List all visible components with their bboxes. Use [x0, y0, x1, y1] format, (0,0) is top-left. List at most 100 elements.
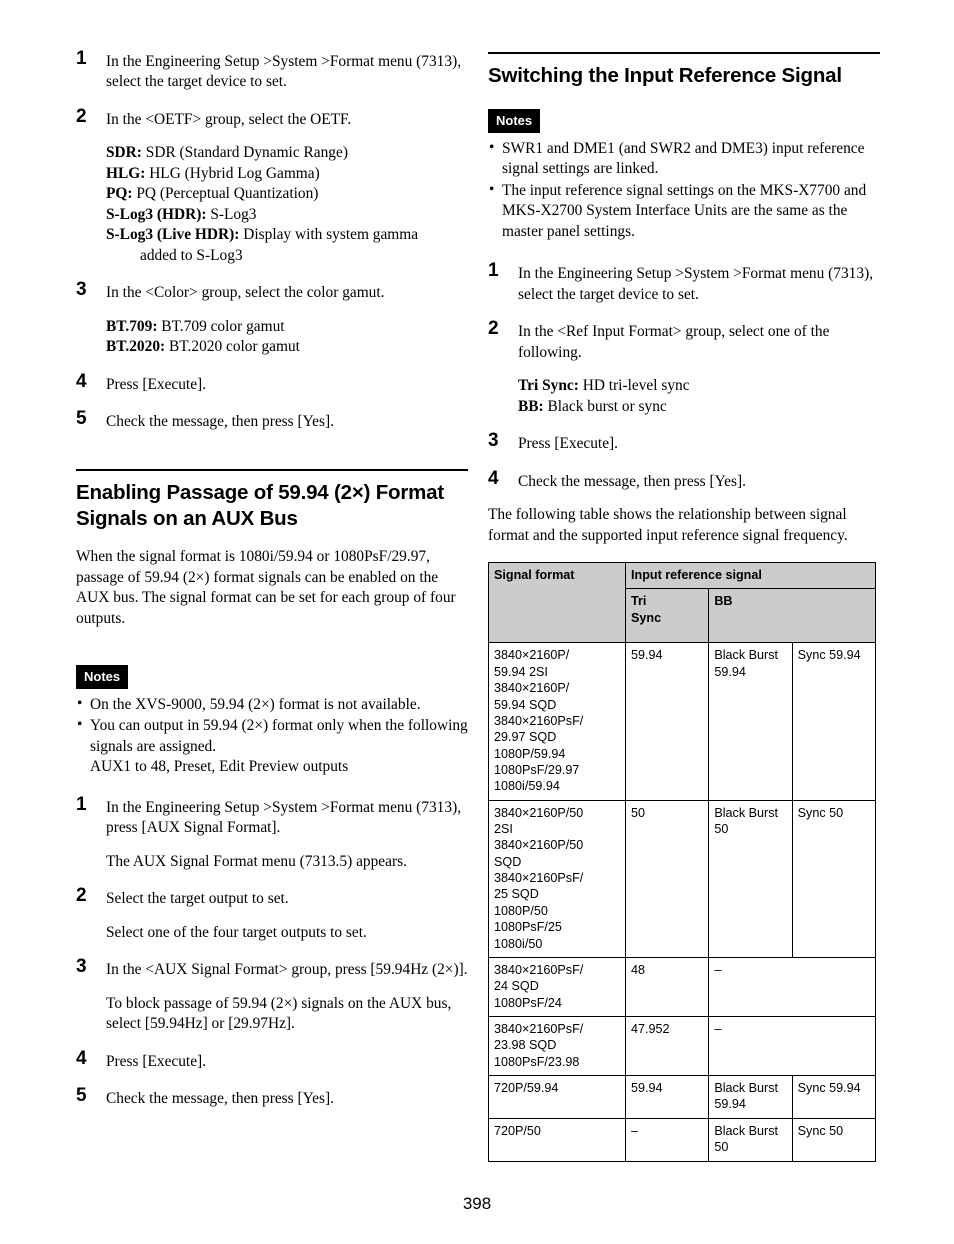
step-item: 1 In the Engineering Setup >System >Form… — [76, 48, 468, 93]
th-tri-sync-line2: Sync — [631, 610, 662, 625]
cell-tri-sync: 48 — [624, 956, 710, 1018]
step-text: In the <Color> group, select the color g… — [106, 284, 385, 302]
definition-term: BT.709: — [106, 317, 158, 335]
notes-list: • SWR1 and DME1 (and SWR2 and DME3) input… — [488, 139, 880, 242]
step-number: 4 — [76, 1047, 87, 1069]
format-line: 24 SQD — [494, 979, 539, 994]
step-text: In the Engineering Setup >System >Format… — [518, 265, 874, 303]
definition-term: PQ: — [106, 185, 133, 203]
cell-bb: Black Burst 59.94 — [708, 1075, 793, 1119]
step-extra-text: The AUX Signal Format menu (7313.5) appe… — [106, 852, 407, 870]
cell-signal-format: 3840×2160PsF/ 24 SQD 1080PsF/24 — [488, 956, 626, 1018]
step-number: 1 — [76, 48, 87, 69]
definition-line: S-Log3 (HDR): S-Log3 — [106, 205, 468, 225]
table-row: 3840×2160P/50 2SI 3840×2160P/50 SQD 3840… — [488, 799, 877, 958]
cell-tri-sync: 59.94 — [624, 642, 710, 801]
note-text: You can output in 59.94 (2×) format only… — [90, 717, 468, 755]
table-body: 3840×2160P/ 59.94 2SI 3840×2160P/ 59.94 … — [488, 642, 877, 1162]
step-item: 4 Check the message, then press [Yes]. — [488, 467, 880, 492]
definition-desc: HD tri-level sync — [578, 377, 690, 395]
format-line: SQD — [494, 854, 522, 869]
format-line: 3840×2160P/ — [494, 681, 570, 696]
format-line: 1080PsF/25 — [494, 920, 562, 935]
page-number: 398 — [462, 1194, 492, 1213]
note-text: The input reference signal settings on t… — [502, 181, 867, 240]
step-number: 5 — [76, 408, 87, 430]
note-subtext: AUX1 to 48, Preset, Edit Preview outputs — [90, 758, 349, 776]
step-text: In the <AUX Signal Format> group, press … — [106, 961, 468, 979]
bullet-icon: • — [77, 716, 83, 734]
definition-line: PQ: PQ (Perceptual Quantization) — [106, 184, 468, 204]
cell-bb-merged: – — [708, 956, 876, 1018]
step-text: In the <OETF> group, select the OETF. — [106, 110, 352, 128]
definition-continuation: added to S-Log3 — [140, 246, 243, 264]
format-line: 3840×2160PsF/ — [494, 713, 584, 728]
definition-line: Tri Sync: HD tri-level sync — [518, 376, 880, 396]
cell-tri-sync: 59.94 — [624, 1075, 710, 1119]
step-number: 3 — [76, 956, 87, 978]
bb-line: Black Burst 50 — [714, 1123, 779, 1155]
step-text: Press [Execute]. — [106, 1052, 207, 1070]
definition-term: S-Log3 (HDR): — [106, 205, 207, 223]
note-text: On the XVS-9000, 59.94 (2×) format is no… — [90, 695, 421, 713]
step-text: Check the message, then press [Yes]. — [106, 413, 334, 431]
step-item: 3 In the <Color> group, select the color… — [76, 280, 468, 358]
cell-signal-format: 720P/59.94 — [488, 1075, 626, 1119]
definition-line: S-Log3 (Live HDR): Display with system g… — [106, 225, 468, 266]
step-number: 4 — [488, 467, 499, 489]
step-item: 4 Press [Execute]. — [76, 1047, 468, 1072]
document-page: 1 In the Engineering Setup >System >Form… — [0, 0, 954, 1244]
th-input-reference-signal: Input reference signal — [625, 562, 876, 590]
definition-term: BT.2020: — [106, 338, 166, 356]
oetf-definition-list: SDR: SDR (Standard Dynamic Range) HLG: H… — [106, 143, 468, 266]
format-line: 3840×2160P/50 — [494, 805, 584, 820]
definition-desc: Black burst or sync — [543, 397, 667, 415]
format-line: 25 SQD — [494, 887, 539, 902]
step-item: 3 Press [Execute]. — [488, 431, 880, 454]
format-line: 3840×2160PsF/ — [494, 962, 584, 977]
section-heading-aux: Enabling Passage of 59.94 (2×) Format Si… — [76, 468, 468, 532]
definition-desc: HLG (Hybrid Log Gamma) — [145, 164, 320, 182]
notes-list: • On the XVS-9000, 59.94 (2×) format is n… — [76, 695, 468, 778]
table-header-row-1: Signal format Input reference signal — [488, 562, 876, 644]
format-line: 2SI — [494, 822, 513, 837]
cell-signal-format: 720P/50 — [488, 1117, 626, 1162]
cell-bb: Black Burst 50 — [708, 1117, 793, 1162]
definition-desc: Display with system gamma — [239, 226, 419, 244]
format-line: 23.98 SQD — [494, 1038, 557, 1053]
definition-line: HLG: HLG (Hybrid Log Gamma) — [106, 164, 468, 184]
format-line: 59.94 SQD — [494, 697, 557, 712]
cell-bb: Black Burst 50 — [708, 799, 793, 958]
step-text: Press [Execute]. — [106, 375, 207, 393]
note-item: • The input reference signal settings on … — [488, 181, 880, 242]
table-row: 3840×2160P/ 59.94 2SI 3840×2160P/ 59.94 … — [488, 642, 877, 801]
step-extra-text: To block passage of 59.94 (2×) signals o… — [106, 994, 452, 1033]
step-text: Check the message, then press [Yes]. — [106, 1090, 334, 1108]
table-row: 720P/50 – Black Burst 50 Sync 50 — [488, 1117, 877, 1162]
step-extra-text: Select one of the four target outputs to… — [106, 923, 367, 941]
step-item: 4 Press [Execute]. — [76, 370, 468, 395]
format-line: 3840×2160PsF/ — [494, 1022, 584, 1036]
step-item: 1 In the Engineering Setup >System >Form… — [488, 260, 880, 305]
definition-term: S-Log3 (Live HDR): — [106, 226, 240, 244]
color-definition-list: BT.709: BT.709 color gamut BT.2020: BT.2… — [106, 317, 468, 358]
th-signal-format: Signal format — [488, 562, 626, 644]
definition-line: BB: Black burst or sync — [518, 397, 880, 417]
note-item: • SWR1 and DME1 (and SWR2 and DME3) input… — [488, 139, 880, 180]
step-item: 1 In the Engineering Setup >System >Form… — [76, 795, 468, 872]
step-number: 4 — [76, 370, 87, 392]
cell-signal-format: 3840×2160P/ 59.94 2SI 3840×2160P/ 59.94 … — [488, 642, 626, 801]
step-number: 2 — [76, 885, 87, 907]
format-line: 3840×2160PsF/ — [494, 871, 584, 886]
notes-block-switching: Notes • SWR1 and DME1 (and SWR2 and DME3)… — [488, 89, 880, 242]
definition-term: BB: — [518, 397, 544, 415]
cell-tri-sync: – — [624, 1117, 710, 1162]
format-line: 1080i/50 — [494, 936, 543, 951]
format-line: 1080PsF/24 — [494, 995, 562, 1010]
note-text: SWR1 and DME1 (and SWR2 and DME3) input … — [502, 139, 865, 178]
step-text: Press [Execute]. — [518, 435, 619, 453]
step-text: In the Engineering Setup >System >Format… — [106, 53, 462, 91]
step-number: 1 — [488, 260, 499, 282]
definition-term: Tri Sync: — [518, 377, 579, 395]
cell-sync: Sync 50 — [791, 799, 877, 958]
